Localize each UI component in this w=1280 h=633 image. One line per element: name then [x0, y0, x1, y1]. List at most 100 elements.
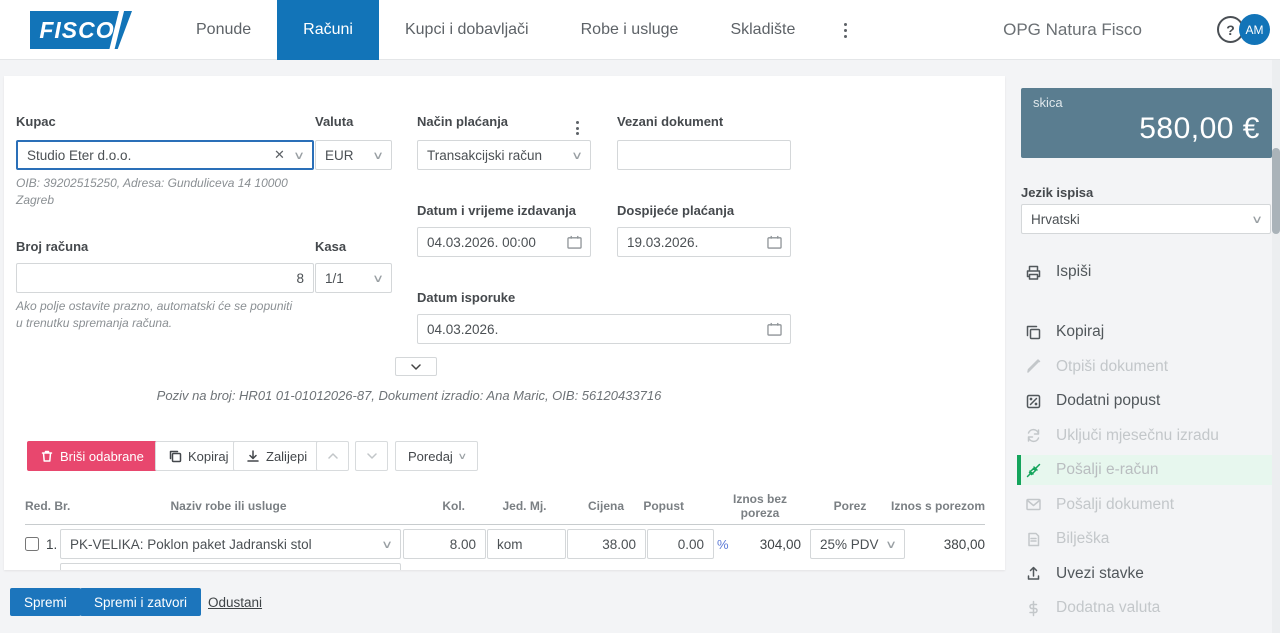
- nav-racuni[interactable]: Računi: [277, 0, 379, 60]
- row-checkbox[interactable]: [25, 537, 39, 551]
- nav-robe-i-usluge[interactable]: Robe i usluge: [555, 0, 705, 60]
- valuta-select[interactable]: EUR ∨: [315, 140, 392, 170]
- sidebar-import-items-label: Uvezi stavke: [1056, 565, 1144, 583]
- kasa-value: 1/1: [325, 271, 344, 286]
- kupac-select[interactable]: Studio Eter d.o.o. ✕ ∨: [16, 140, 314, 170]
- avatar[interactable]: AM: [1239, 14, 1270, 45]
- nacin-placanja-value: Transakcijski račun: [427, 148, 542, 163]
- datum-isporuke-input[interactable]: [417, 314, 791, 344]
- sort-label: Poredaj: [408, 449, 453, 464]
- datum-izdavanja-label: Datum i vrijeme izdavanja: [417, 203, 576, 218]
- row-tax-select[interactable]: 25% PDV ∨: [810, 529, 905, 559]
- sidebar-extra-discount[interactable]: Dodatni popust: [1017, 386, 1273, 416]
- sidebar-write-off[interactable]: Otpiši dokument: [1017, 352, 1273, 382]
- broj-racuna-label: Broj računa: [16, 239, 88, 254]
- datum-izdavanja-input[interactable]: [417, 227, 591, 257]
- sort-button[interactable]: Poredaj ∨: [395, 441, 478, 471]
- row-discount-input[interactable]: [647, 529, 714, 559]
- expand-more-button[interactable]: [395, 357, 437, 376]
- sidebar-recurring[interactable]: Uključi mjesečnu izradu: [1017, 421, 1273, 451]
- chevron-down-icon: ∨: [381, 538, 393, 551]
- nav-kupci-i-dobavljaci[interactable]: Kupci i dobavljači: [379, 0, 555, 60]
- chevron-down-icon: ∨: [571, 149, 583, 162]
- row-discount-unit[interactable]: %: [717, 537, 729, 552]
- row-item-select[interactable]: PK-VELIKA: Poklon paket Jadranski stol ∨: [60, 529, 401, 559]
- move-row-down-button[interactable]: [355, 441, 388, 471]
- nacin-placanja-label: Način plaćanja: [417, 114, 508, 129]
- sidebar-send-document[interactable]: Pošalji dokument: [1017, 490, 1273, 520]
- status-badge: skica: [1033, 95, 1260, 110]
- nacin-placanja-select[interactable]: Transakcijski račun ∨: [417, 140, 591, 170]
- chevron-down-icon: [411, 362, 421, 372]
- sidebar-import-items[interactable]: Uvezi stavke: [1017, 559, 1273, 589]
- row-item-select-next[interactable]: [60, 563, 401, 570]
- chevron-down-icon: ∨: [457, 451, 467, 462]
- kupac-clear-icon[interactable]: ✕: [274, 147, 285, 163]
- sidebar-print-label: Ispiši: [1056, 263, 1091, 281]
- page-scrollbar[interactable]: [1272, 60, 1280, 633]
- vezani-dokument-label: Vezani dokument: [617, 114, 723, 129]
- sidebar-copy-label: Kopiraj: [1056, 323, 1104, 341]
- row-price-input[interactable]: [567, 529, 646, 559]
- table-header-divider: [25, 524, 985, 525]
- copy-rows-label: Kopiraj: [188, 449, 228, 464]
- kasa-select[interactable]: 1/1 ∨: [315, 263, 392, 293]
- delete-selected-button[interactable]: Briši odabrane: [27, 441, 157, 471]
- calendar-icon[interactable]: [767, 235, 782, 249]
- sidebar-extra-currency[interactable]: Dodatna valuta: [1017, 593, 1273, 623]
- chevron-down-icon: ∨: [372, 272, 384, 285]
- row-number: 1.: [46, 537, 57, 552]
- nacin-placanja-more-icon[interactable]: [573, 118, 582, 138]
- broj-racuna-input[interactable]: [16, 263, 314, 293]
- sidebar-copy[interactable]: Kopiraj: [1017, 317, 1273, 347]
- upload-icon: [1025, 565, 1042, 582]
- top-bar: FISCO Ponude Računi Kupci i dobavljači R…: [0, 0, 1280, 60]
- row-qty-input[interactable]: [403, 529, 486, 559]
- sidebar-note[interactable]: Bilješka: [1017, 524, 1273, 554]
- paste-rows-label: Zalijepi: [266, 449, 307, 464]
- nav-ponude[interactable]: Ponude: [170, 0, 277, 60]
- copy-rows-button[interactable]: Kopiraj: [155, 441, 241, 471]
- invoice-form-card: Kupac Studio Eter d.o.o. ✕ ∨ Valuta EUR …: [4, 76, 1005, 570]
- col-iznos-s-porezom: Iznos s porezom: [880, 499, 985, 513]
- draft-total-card: skica 580,00 €: [1021, 88, 1272, 158]
- fisco-logo-text: FISCO: [39, 17, 122, 44]
- vezani-dokument-input[interactable]: [617, 140, 791, 170]
- col-porez: Porez: [810, 499, 890, 513]
- nav-skladiste[interactable]: Skladište: [704, 0, 821, 60]
- datum-isporuke-label: Datum isporuke: [417, 290, 515, 305]
- note-icon: [1025, 531, 1042, 548]
- chevron-down-icon: [367, 451, 377, 461]
- main-nav: Ponude Računi Kupci i dobavljači Robe i …: [170, 0, 855, 60]
- delete-selected-label: Briši odabrane: [60, 449, 144, 464]
- chevron-down-icon[interactable]: ∨: [293, 149, 305, 162]
- calendar-icon[interactable]: [567, 235, 582, 249]
- calendar-icon[interactable]: [767, 322, 782, 336]
- dospijece-placanja-label: Dospijeće plaćanja: [617, 203, 734, 218]
- chevron-down-icon: ∨: [885, 538, 897, 551]
- chevron-down-icon: ∨: [1251, 213, 1263, 226]
- sidebar-write-off-label: Otpiši dokument: [1056, 358, 1168, 376]
- scrollbar-thumb[interactable]: [1272, 148, 1280, 234]
- printer-icon: [1025, 264, 1042, 281]
- save-and-close-button[interactable]: Spremi i zatvori: [80, 588, 201, 616]
- jezik-ispisa-select[interactable]: Hrvatski ∨: [1021, 204, 1271, 234]
- nav-more-icon[interactable]: [835, 0, 855, 60]
- paste-rows-button[interactable]: Zalijepi: [233, 441, 320, 471]
- move-row-up-button[interactable]: [316, 441, 349, 471]
- recurring-icon: [1025, 427, 1042, 444]
- sidebar-send-e-invoice-label: Pošalji e-račun: [1056, 461, 1159, 479]
- envelope-icon: [1025, 496, 1042, 513]
- e-invoice-plug-icon: [1025, 462, 1042, 479]
- sidebar-print[interactable]: Ispiši: [1017, 257, 1273, 287]
- kupac-value: Studio Eter d.o.o.: [27, 148, 274, 163]
- dospijece-placanja-input[interactable]: [617, 227, 791, 257]
- fisco-logo[interactable]: FISCO: [30, 11, 132, 49]
- save-button[interactable]: Spremi: [10, 588, 81, 616]
- col-popust: Popust: [627, 499, 684, 513]
- cancel-link[interactable]: Odustani: [208, 595, 262, 610]
- sidebar-send-e-invoice[interactable]: Pošalji e-račun: [1017, 455, 1273, 485]
- jezik-ispisa-value: Hrvatski: [1031, 212, 1080, 227]
- row-unit-input[interactable]: [487, 529, 566, 559]
- kupac-hint: OIB: 39202515250, Adresa: Gunduliceva 14…: [16, 175, 316, 209]
